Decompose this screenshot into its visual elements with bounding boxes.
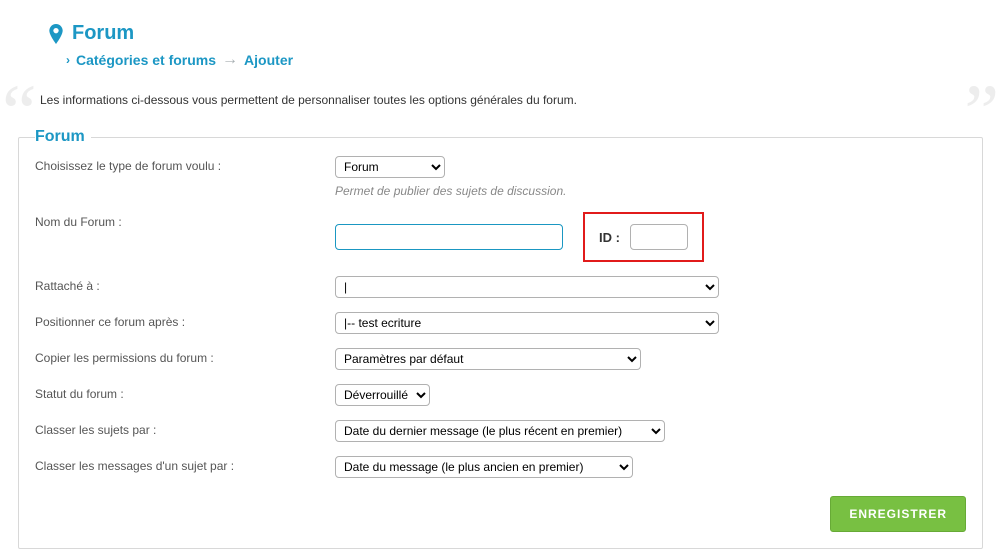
select-sort-messages[interactable]: Date du message (le plus ancien en premi… [335, 456, 633, 478]
label-forum-name: Nom du Forum : [35, 212, 335, 229]
intro-text: Les informations ci-dessous vous permett… [40, 93, 961, 107]
breadcrumb-current: Ajouter [244, 52, 293, 68]
label-status: Statut du forum : [35, 384, 335, 401]
label-sort-messages: Classer les messages d'un sujet par : [35, 456, 335, 473]
forum-panel: Forum Choisissez le type de forum voulu … [18, 137, 983, 549]
select-position[interactable]: |-- test ecriture [335, 312, 719, 334]
id-box: ID : [583, 212, 704, 262]
label-permissions: Copier les permissions du forum : [35, 348, 335, 365]
select-status[interactable]: Déverrouillé [335, 384, 430, 406]
select-attached[interactable]: | [335, 276, 719, 298]
label-sort-subjects: Classer les sujets par : [35, 420, 335, 437]
select-sort-subjects[interactable]: Date du dernier message (le plus récent … [335, 420, 665, 442]
breadcrumb-link-categories[interactable]: Catégories et forums [76, 52, 216, 68]
input-id[interactable] [630, 224, 688, 250]
save-button[interactable]: ENREGISTRER [830, 496, 966, 532]
hint-forum-type: Permet de publier des sujets de discussi… [335, 184, 966, 198]
panel-legend: Forum [35, 128, 91, 146]
page-title-text: Forum [72, 22, 134, 45]
select-permissions[interactable]: Paramètres par défaut [335, 348, 641, 370]
chevron-right-icon: › [66, 53, 70, 67]
page-title: Forum [48, 22, 1001, 45]
pin-icon [48, 24, 64, 44]
label-position: Positionner ce forum après : [35, 312, 335, 329]
select-forum-type[interactable]: Forum [335, 156, 445, 178]
label-attached: Rattaché à : [35, 276, 335, 293]
label-forum-type: Choisissez le type de forum voulu : [35, 156, 335, 173]
input-forum-name[interactable] [335, 224, 563, 250]
arrow-right-icon: → [222, 51, 238, 69]
breadcrumb: › Catégories et forums → Ajouter [66, 51, 1001, 69]
label-id: ID : [599, 230, 620, 245]
